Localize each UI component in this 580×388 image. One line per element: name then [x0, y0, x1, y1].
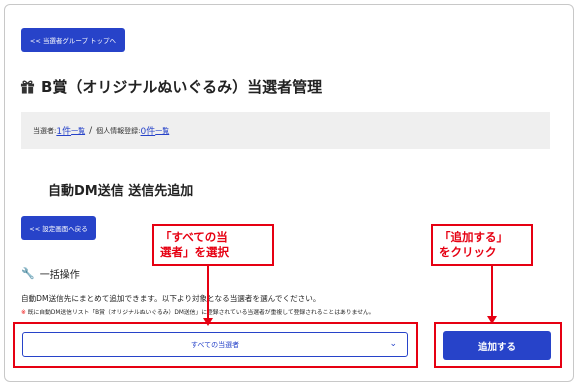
section-title: 自動DM送信 送信先追加	[48, 184, 194, 199]
back-to-group-button[interactable]: << 当選者グループ トップへ	[21, 28, 125, 52]
registered-label: 個人情報登録:	[96, 126, 141, 135]
gift-icon	[20, 80, 35, 94]
status-separator: /	[89, 125, 93, 136]
select-arrow-head	[203, 318, 213, 326]
add-arrow-head	[487, 316, 497, 324]
bulk-operation-label: 一括操作	[39, 270, 80, 281]
chevron-down-icon: ⌄	[389, 339, 397, 349]
registered-count-link[interactable]: 0件	[141, 124, 156, 137]
add-instruction-line2: をクリック	[439, 245, 497, 259]
winners-count-link[interactable]: 1件	[56, 124, 71, 137]
note-text: 既に自動DM送信リスト「B賞（オリジナルぬいぐるみ）DM送信」に登録されている当…	[27, 310, 375, 316]
select-instruction-callout: 「すべての当 選者」を選択	[152, 224, 274, 266]
bulk-note: ※ 既に自動DM送信リスト「B賞（オリジナルぬいぐるみ）DM送信」に登録されてい…	[21, 307, 375, 316]
bulk-operation-heading: 🔧 一括操作	[21, 266, 80, 281]
winner-select-dropdown[interactable]: すべての当選者 ⌄	[22, 332, 408, 357]
add-instruction-callout: 「追加する」 をクリック	[431, 224, 533, 266]
winners-list-link[interactable]: 一覧	[71, 126, 85, 136]
add-button[interactable]: 追加する	[443, 331, 551, 360]
winners-label: 当選者:	[33, 126, 57, 135]
add-arrow-line	[491, 266, 493, 318]
status-bar: 当選者: 1件 一覧 / 個人情報登録: 0件 一覧	[21, 112, 550, 149]
note-mark: ※	[21, 310, 26, 316]
select-instruction-line1: 「すべての当	[160, 230, 228, 244]
page-title: B賞（オリジナルぬいぐるみ）当選者管理	[20, 76, 322, 97]
registered-list-link[interactable]: 一覧	[155, 126, 169, 136]
select-instruction-line2: 選者」を選択	[160, 245, 229, 259]
add-instruction-line1: 「追加する」	[439, 230, 508, 244]
select-arrow-line	[207, 266, 209, 320]
page-title-text: B賞（オリジナルぬいぐるみ）当選者管理	[41, 78, 323, 96]
back-to-settings-button[interactable]: << 設定画面へ戻る	[21, 216, 96, 240]
wrench-icon: 🔧	[21, 267, 35, 280]
bulk-description: 自動DM送信先にまとめて追加できます。以下より対象となる当選者を選んでください。	[21, 294, 321, 303]
winner-select-value: すべての当選者	[190, 340, 240, 349]
